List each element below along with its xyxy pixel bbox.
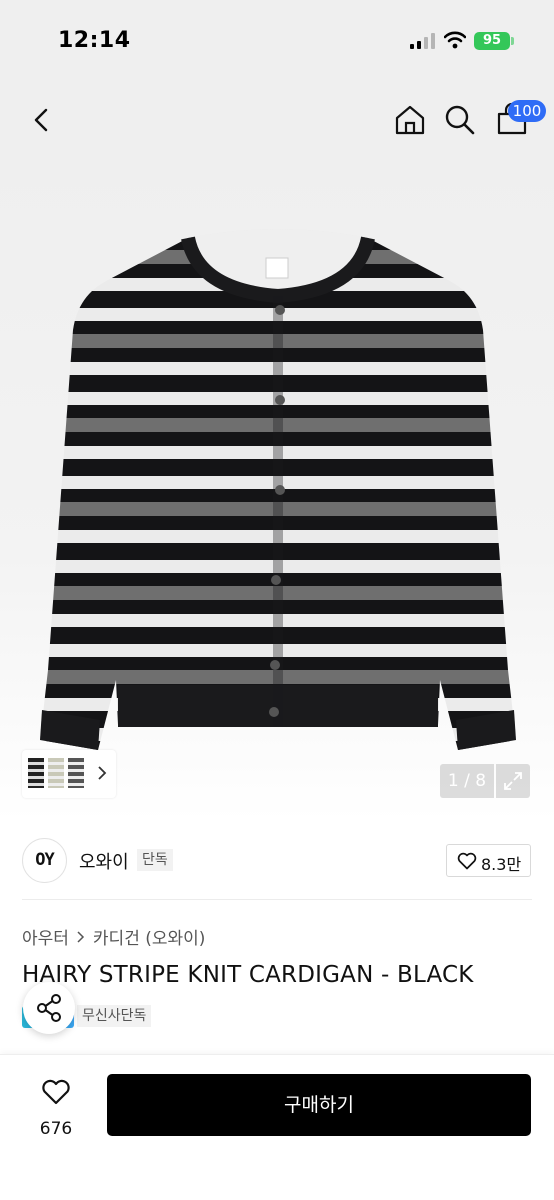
divider <box>22 899 532 900</box>
battery-icon: 95 <box>474 32 510 50</box>
thumbnail-image[interactable] <box>28 758 44 788</box>
status-time: 12:14 <box>58 28 131 53</box>
chevron-right-icon <box>77 930 84 943</box>
share-icon[interactable] <box>23 982 75 1034</box>
product-gallery[interactable]: 1 / 8 <box>0 160 554 822</box>
heart-icon <box>457 852 477 870</box>
brand-like-count: 8.3만 <box>481 855 522 874</box>
bottom-action-bar: 676 구매하기 <box>0 1054 554 1200</box>
musinsa-exclusive-tag: 무신사단독 <box>77 1005 152 1027</box>
breadcrumb-item[interactable]: 아우터 <box>22 929 69 949</box>
like-button[interactable]: 676 <box>30 1073 82 1143</box>
breadcrumb-item[interactable]: 카디건 (오와이) <box>93 929 206 949</box>
product-title: HAIRY STRIPE KNIT CARDIGAN - BLACK <box>22 962 474 988</box>
home-icon[interactable] <box>392 102 428 138</box>
thumbnail-image[interactable] <box>68 758 84 788</box>
expand-icon[interactable] <box>496 764 530 798</box>
brand-logo[interactable]: OY <box>22 838 67 883</box>
back-button[interactable] <box>24 102 60 138</box>
top-navigation <box>0 80 554 160</box>
battery-tip <box>511 37 514 45</box>
signal-icon <box>410 33 435 49</box>
like-count: 676 <box>39 1119 73 1139</box>
brand-name[interactable]: 오와이 <box>79 848 129 874</box>
thumbnail-strip[interactable] <box>22 750 116 798</box>
cart-count-badge: 100 <box>508 100 546 122</box>
exclusive-badge: 단독 <box>137 849 173 871</box>
product-image <box>40 229 516 750</box>
thumbnail-image[interactable] <box>48 758 64 788</box>
buy-button[interactable]: 구매하기 <box>107 1074 531 1136</box>
heart-icon <box>42 1079 70 1105</box>
wifi-icon <box>444 31 466 49</box>
status-bar: 12:14 95 <box>0 0 554 80</box>
breadcrumb: 아우터 카디건 (오와이) <box>22 924 206 949</box>
chevron-right-icon[interactable] <box>96 764 108 782</box>
search-icon[interactable] <box>442 102 478 138</box>
image-counter: 1 / 8 <box>440 764 494 798</box>
brand-like-button[interactable]: 8.3만 <box>446 844 531 877</box>
